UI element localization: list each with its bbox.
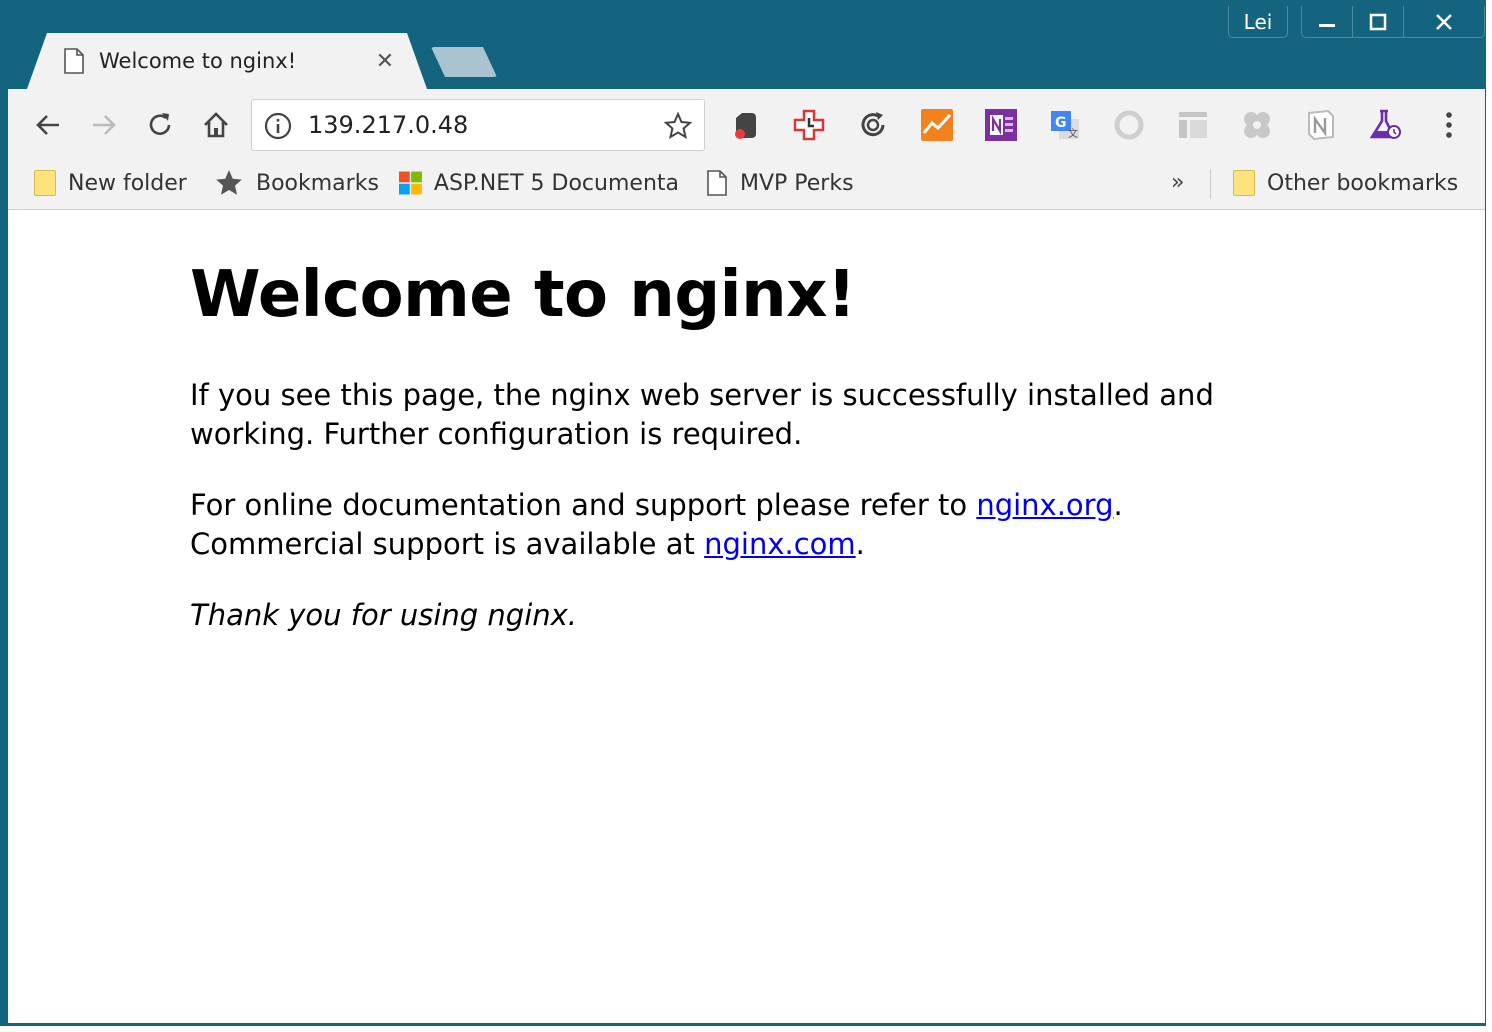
browser-window: Lei Welcome to nginx! ✕ 139.217.0.48 G 文… bbox=[0, 0, 1486, 1026]
support-text: For online documentation and support ple… bbox=[190, 488, 977, 522]
nginx-org-link[interactable]: nginx.org bbox=[976, 488, 1113, 522]
bookmark-aspnet[interactable]: ASP.NET 5 Documenta bbox=[399, 161, 679, 205]
support-period: . bbox=[1113, 488, 1123, 522]
analytics-icon[interactable] bbox=[921, 109, 953, 141]
bookmarks-overflow-button[interactable]: » bbox=[1171, 161, 1184, 205]
star-icon[interactable] bbox=[664, 112, 692, 140]
bookmark-bookmarks[interactable]: Bookmarks bbox=[214, 161, 379, 205]
new-tab-button[interactable] bbox=[431, 47, 497, 77]
tab-active[interactable]: Welcome to nginx! ✕ bbox=[27, 33, 427, 89]
star-icon bbox=[216, 170, 242, 195]
onenote-icon[interactable] bbox=[985, 109, 1017, 141]
maximize-button[interactable] bbox=[1353, 6, 1404, 37]
microsoft-icon bbox=[399, 171, 422, 195]
minimize-icon bbox=[1319, 23, 1335, 27]
menu-dots-icon[interactable] bbox=[1433, 109, 1465, 141]
forward-button[interactable] bbox=[86, 107, 122, 143]
clock-extension-icon[interactable] bbox=[793, 109, 825, 141]
ring-icon[interactable] bbox=[1113, 109, 1145, 141]
tab-close-button[interactable]: ✕ bbox=[373, 49, 397, 74]
maximize-icon bbox=[1369, 13, 1387, 30]
address-bar[interactable]: 139.217.0.48 bbox=[251, 99, 705, 151]
commercial-period: . bbox=[855, 527, 865, 561]
svg-text:文: 文 bbox=[1068, 127, 1078, 140]
intro-paragraph: If you see this page, the nginx web serv… bbox=[190, 378, 1214, 451]
bookmark-mvp-perks[interactable]: MVP Perks bbox=[706, 161, 854, 205]
evernote-icon[interactable] bbox=[729, 109, 761, 141]
svg-text:G: G bbox=[1055, 115, 1067, 131]
commercial-text: Commercial support is available at bbox=[190, 527, 705, 561]
layout-icon[interactable] bbox=[1177, 109, 1209, 141]
info-icon[interactable] bbox=[264, 112, 292, 140]
close-icon bbox=[1436, 13, 1452, 30]
folder-icon bbox=[34, 170, 56, 196]
url-text[interactable]: 139.217.0.48 bbox=[308, 100, 468, 150]
apps-icon[interactable] bbox=[1241, 109, 1273, 141]
page-content: Welcome to nginx! If you see this page, … bbox=[8, 210, 1485, 1023]
support-paragraph: For online documentation and support ple… bbox=[190, 486, 1230, 564]
home-icon bbox=[204, 112, 228, 138]
bookmarks-divider bbox=[1210, 169, 1211, 199]
toolbar: 139.217.0.48 G文 bbox=[8, 89, 1485, 161]
flask-icon[interactable] bbox=[1369, 109, 1401, 141]
tab-title: Welcome to nginx! bbox=[99, 49, 297, 73]
reload-button[interactable] bbox=[142, 107, 178, 143]
bookmarks-bar: New folder Bookmarks ASP.NET 5 Documenta… bbox=[8, 161, 1485, 210]
thanks-paragraph: Thank you for using nginx. bbox=[190, 598, 578, 632]
minimize-button[interactable] bbox=[1302, 6, 1353, 37]
google-translate-icon[interactable]: G文 bbox=[1049, 109, 1081, 141]
folder-icon bbox=[1233, 170, 1255, 196]
title-bar: Lei Welcome to nginx! ✕ bbox=[3, 3, 1485, 89]
profile-button[interactable]: Lei bbox=[1228, 6, 1288, 38]
bookmark-new-folder[interactable]: New folder bbox=[34, 161, 187, 205]
home-button[interactable] bbox=[198, 107, 234, 143]
back-button[interactable] bbox=[30, 107, 66, 143]
close-window-button[interactable] bbox=[1404, 6, 1484, 37]
nginx-com-link[interactable]: nginx.com bbox=[704, 527, 856, 561]
forward-arrow-icon bbox=[93, 115, 116, 135]
page-icon bbox=[64, 48, 84, 74]
reload-icon bbox=[149, 113, 171, 135]
window-controls bbox=[1301, 6, 1485, 38]
nginx-welcome-page: Welcome to nginx! If you see this page, … bbox=[190, 250, 1290, 632]
notion-icon[interactable] bbox=[1305, 109, 1337, 141]
sync-icon[interactable] bbox=[857, 109, 889, 141]
back-arrow-icon bbox=[36, 115, 59, 135]
bookmark-other-bookmarks[interactable]: Other bookmarks bbox=[1233, 161, 1458, 205]
page-heading: Welcome to nginx! bbox=[190, 258, 856, 332]
page-icon bbox=[707, 170, 727, 196]
